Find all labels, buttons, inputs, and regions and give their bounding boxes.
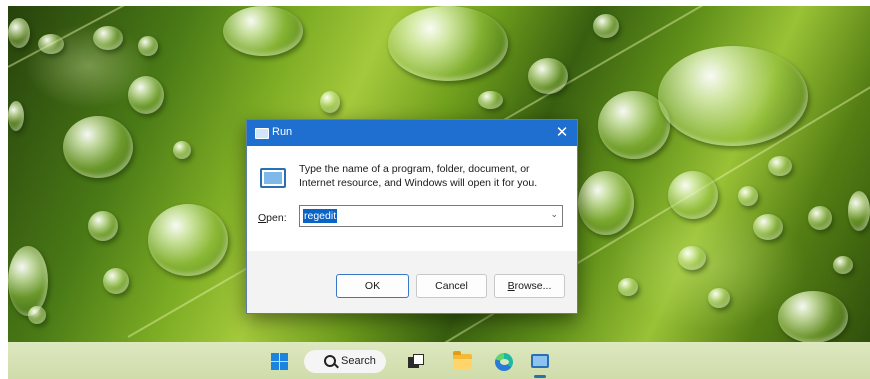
- water-drop: [88, 211, 118, 241]
- open-input-value[interactable]: regedit: [303, 209, 338, 223]
- water-drop: [63, 116, 133, 178]
- task-view-icon[interactable]: [408, 354, 424, 368]
- windows-start-icon[interactable]: [271, 353, 288, 370]
- open-combobox[interactable]: regedit ⌄: [299, 205, 563, 227]
- water-drop: [8, 246, 48, 316]
- water-drop: [173, 141, 191, 159]
- water-drop: [128, 76, 164, 114]
- water-drop: [658, 46, 808, 146]
- open-label-accelerator: O: [258, 212, 267, 224]
- water-drop: [8, 101, 24, 131]
- water-drop: [320, 91, 340, 113]
- water-drop: [668, 171, 718, 219]
- search-label: Search: [341, 355, 376, 367]
- browse-label: rowse...: [514, 280, 552, 292]
- water-drop: [708, 288, 730, 308]
- water-drop: [38, 34, 64, 54]
- run-icon: [260, 168, 286, 188]
- water-drop: [593, 14, 619, 38]
- water-drop: [833, 256, 853, 274]
- chevron-down-icon[interactable]: ⌄: [550, 209, 558, 220]
- water-drop: [768, 156, 792, 176]
- file-explorer-icon[interactable]: [453, 351, 472, 369]
- water-drop: [138, 36, 158, 56]
- water-drop: [28, 306, 46, 324]
- water-drop: [528, 58, 568, 94]
- water-drop: [808, 206, 832, 230]
- description-text: Type the name of a program, folder, docu…: [299, 163, 538, 189]
- water-drop: [8, 18, 30, 48]
- water-drop: [103, 268, 129, 294]
- run-taskbar-icon[interactable]: [531, 354, 549, 368]
- open-label-text: pen:: [266, 212, 287, 224]
- water-drop: [223, 6, 303, 56]
- water-drop: [778, 291, 848, 342]
- edge-icon[interactable]: [495, 353, 513, 371]
- water-drop: [93, 26, 123, 50]
- water-drop: [753, 214, 783, 240]
- cancel-button[interactable]: Cancel: [416, 274, 487, 298]
- run-app-icon: [255, 128, 269, 139]
- dialog-titlebar[interactable]: Run ✕: [247, 120, 577, 146]
- ok-button[interactable]: OK: [336, 274, 409, 298]
- water-drop: [578, 171, 634, 235]
- water-drop: [478, 91, 503, 109]
- water-drop: [148, 204, 228, 276]
- search-icon: [324, 355, 336, 367]
- taskbar: Search: [8, 342, 870, 379]
- water-drop: [678, 246, 706, 270]
- close-button[interactable]: ✕: [547, 120, 577, 146]
- browse-button[interactable]: Browse...: [494, 274, 565, 298]
- run-dialog: Run ✕ Type the name of a program, folder…: [246, 119, 578, 314]
- open-label: Open:: [258, 212, 287, 224]
- dialog-content: Type the name of a program, folder, docu…: [247, 146, 577, 251]
- active-app-indicator: [534, 375, 546, 378]
- water-drop: [618, 278, 638, 296]
- water-drop: [388, 6, 508, 81]
- water-drop: [738, 186, 758, 206]
- dialog-title: Run: [272, 126, 293, 138]
- taskbar-search-button[interactable]: Search: [304, 350, 386, 373]
- browse-accelerator: B: [507, 280, 515, 292]
- water-drop: [848, 191, 870, 231]
